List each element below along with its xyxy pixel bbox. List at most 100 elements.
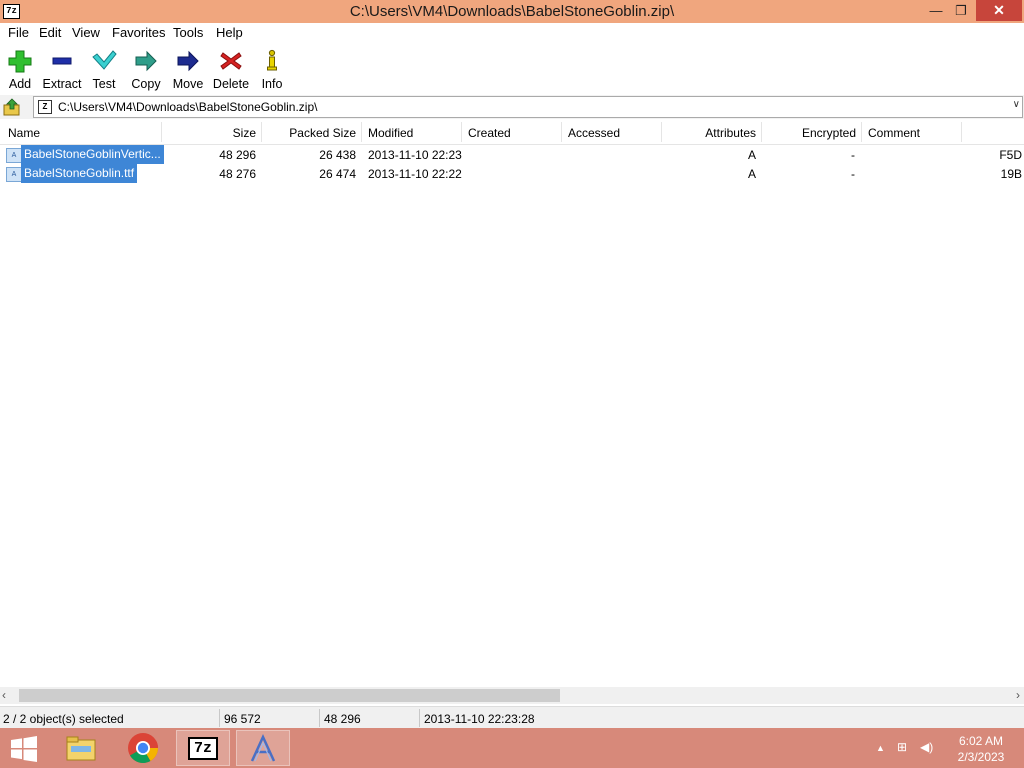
- file-name[interactable]: BabelStoneGoblin.ttf: [21, 164, 138, 183]
- file-attributes: A: [747, 148, 756, 162]
- status-modified: 2013-11-10 22:23:28: [424, 712, 535, 726]
- status-selected-size: 48 296: [324, 712, 361, 726]
- minimize-button[interactable]: —: [922, 0, 950, 21]
- file-encrypted: -: [851, 148, 855, 162]
- column-modified[interactable]: Modified: [368, 126, 413, 140]
- file-crc: 19B: [1000, 167, 1022, 181]
- toolbar: Add Extract Test Copy Move Delete Info: [0, 43, 1024, 95]
- font-file-icon: A: [6, 148, 22, 163]
- column-separator[interactable]: [261, 122, 262, 142]
- taskbar-chrome[interactable]: [116, 730, 170, 766]
- file-modified: 2013-11-10 22:23: [368, 148, 462, 162]
- column-separator[interactable]: [361, 122, 362, 142]
- file-packed-size: 26 474: [319, 167, 356, 181]
- file-size: 48 296: [219, 148, 256, 162]
- zip-archive-icon: Z: [38, 100, 52, 114]
- delete-button[interactable]: Delete: [209, 47, 253, 93]
- column-separator[interactable]: [161, 122, 162, 142]
- move-arrow-icon: [177, 50, 199, 72]
- column-separator[interactable]: [861, 122, 862, 142]
- chrome-icon: [128, 733, 159, 764]
- column-size[interactable]: Size: [180, 126, 256, 140]
- column-separator[interactable]: [561, 122, 562, 142]
- add-button[interactable]: Add: [0, 47, 42, 93]
- restore-button[interactable]: ❐: [947, 0, 975, 21]
- taskbar-file-explorer[interactable]: [54, 730, 108, 766]
- close-button[interactable]: ✕: [976, 0, 1022, 21]
- taskbar-clock[interactable]: 6:02 AM 2/3/2023: [950, 733, 1012, 765]
- taskbar-font-viewer[interactable]: [236, 730, 290, 766]
- info-button[interactable]: Info: [250, 47, 294, 93]
- add-label: Add: [8, 77, 32, 91]
- sevenzip-icon: 7z: [188, 737, 218, 760]
- status-separator: [219, 709, 220, 727]
- extract-label: Extract: [42, 77, 82, 91]
- column-accessed[interactable]: Accessed: [568, 126, 620, 140]
- copy-arrow-icon: [135, 50, 157, 72]
- copy-button[interactable]: Copy: [124, 47, 168, 93]
- test-button[interactable]: Test: [82, 47, 126, 93]
- menu-view[interactable]: View: [72, 25, 100, 40]
- delete-label: Delete: [212, 77, 250, 91]
- file-packed-size: 26 438: [319, 148, 356, 162]
- file-name[interactable]: BabelStoneGoblinVertic...: [21, 145, 164, 164]
- status-bar: 2 / 2 object(s) selected 96 572 48 296 2…: [0, 706, 1024, 729]
- column-separator[interactable]: [661, 122, 662, 142]
- status-total-size: 96 572: [224, 712, 261, 726]
- status-selection: 2 / 2 object(s) selected: [3, 712, 124, 726]
- clock-time: 6:02 AM: [958, 734, 1004, 748]
- move-button[interactable]: Move: [166, 47, 210, 93]
- column-separator[interactable]: [461, 122, 462, 142]
- file-attributes: A: [747, 167, 756, 181]
- menu-favorites[interactable]: Favorites: [112, 25, 165, 40]
- status-separator: [419, 709, 420, 727]
- network-icon[interactable]: ⊞: [897, 740, 907, 754]
- file-list-header: Name Size Packed Size Modified Created A…: [0, 120, 1024, 145]
- file-modified: 2013-11-10 22:22: [368, 167, 462, 181]
- title-bar: 7z C:\Users\VM4\Downloads\BabelStoneGobl…: [0, 0, 1024, 23]
- file-size: 48 276: [219, 167, 256, 181]
- scrollbar-thumb[interactable]: [19, 689, 560, 702]
- menu-tools[interactable]: Tools: [173, 25, 203, 40]
- column-created[interactable]: Created: [468, 126, 511, 140]
- column-separator[interactable]: [961, 122, 962, 142]
- address-field[interactable]: Z C:\Users\VM4\Downloads\BabelStoneGobli…: [33, 96, 1023, 118]
- volume-icon[interactable]: ◀): [920, 740, 933, 754]
- folder-icon: [66, 736, 96, 761]
- menu-edit[interactable]: Edit: [39, 25, 61, 40]
- font-file-icon: A: [6, 167, 22, 182]
- column-packed-size[interactable]: Packed Size: [266, 126, 356, 140]
- info-label: Info: [261, 77, 283, 91]
- horizontal-scrollbar[interactable]: ‹ ›: [0, 687, 1024, 704]
- scroll-left-icon[interactable]: ‹: [2, 688, 6, 702]
- file-encrypted: -: [851, 167, 855, 181]
- menu-file[interactable]: File: [8, 25, 29, 40]
- copy-label: Copy: [131, 77, 161, 91]
- move-label: Move: [172, 77, 204, 91]
- menu-bar: File Edit View Favorites Tools Help: [0, 23, 1024, 43]
- test-label: Test: [92, 77, 116, 91]
- column-attributes[interactable]: Attributes: [666, 126, 756, 140]
- tray-overflow-icon[interactable]: ▲: [876, 743, 885, 753]
- file-row[interactable]: A BabelStoneGoblin.ttf 48 276 26 474 201…: [0, 164, 1024, 183]
- column-encrypted[interactable]: Encrypted: [766, 126, 856, 140]
- file-row[interactable]: A BabelStoneGoblinVertic... 48 296 26 43…: [0, 145, 1024, 164]
- extract-button[interactable]: Extract: [40, 47, 84, 93]
- windows-start-icon[interactable]: [10, 736, 38, 762]
- taskbar: 7z ▲ ⊞ ◀) 6:02 AM 2/3/2023: [0, 728, 1024, 768]
- scroll-right-icon[interactable]: ›: [1016, 688, 1020, 702]
- info-icon: [267, 49, 277, 71]
- address-bar: Z C:\Users\VM4\Downloads\BabelStoneGobli…: [0, 95, 1024, 119]
- font-viewer-icon: [250, 734, 276, 762]
- chevron-down-icon[interactable]: ∨: [1013, 99, 1020, 110]
- menu-help[interactable]: Help: [216, 25, 243, 40]
- column-separator[interactable]: [761, 122, 762, 142]
- clock-date: 2/3/2023: [957, 750, 1005, 764]
- plus-icon: [8, 50, 32, 73]
- status-separator: [319, 709, 320, 727]
- column-name[interactable]: Name: [8, 126, 40, 140]
- up-folder-icon[interactable]: [3, 98, 21, 116]
- column-comment[interactable]: Comment: [868, 126, 920, 140]
- address-path: C:\Users\VM4\Downloads\BabelStoneGoblin.…: [58, 100, 318, 114]
- taskbar-7zip[interactable]: 7z: [176, 730, 230, 766]
